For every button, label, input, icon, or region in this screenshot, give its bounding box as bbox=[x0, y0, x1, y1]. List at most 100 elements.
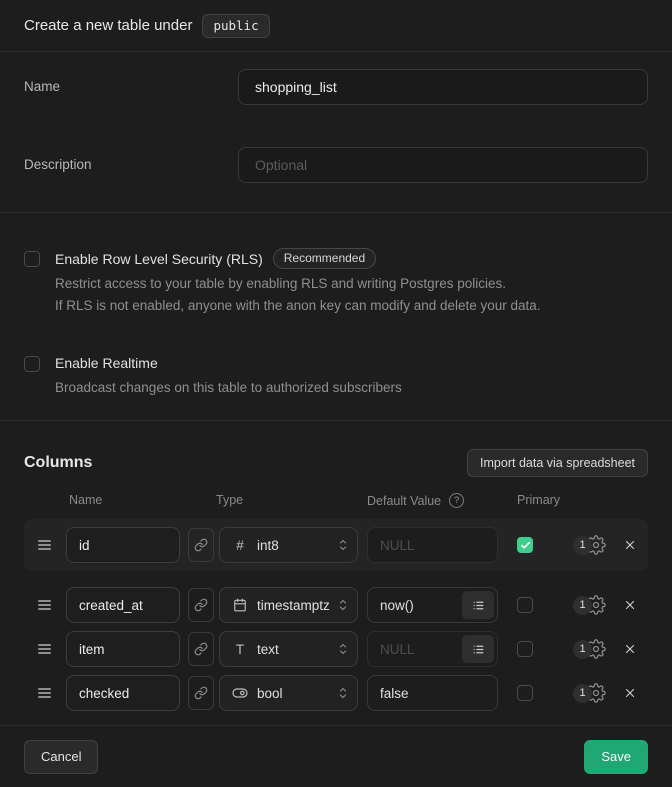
cancel-button[interactable]: Cancel bbox=[24, 740, 98, 774]
realtime-title-row: Enable Realtime bbox=[55, 353, 402, 373]
rls-toggle-block: Enable Row Level Security (RLS) Recommen… bbox=[24, 248, 648, 316]
rls-description: Restrict access to your table by enablin… bbox=[55, 273, 541, 316]
column-settings-button[interactable]: 1 bbox=[573, 683, 606, 703]
column-type-select[interactable]: T text bbox=[219, 631, 358, 667]
settings-count-badge: 1 bbox=[573, 596, 592, 615]
columns-head: Columns Import data via spreadsheet bbox=[24, 445, 648, 481]
toggle-icon bbox=[231, 687, 249, 699]
remove-column-button[interactable] bbox=[621, 596, 639, 614]
create-table-dialog: Create a new table under public Name Des… bbox=[0, 0, 672, 787]
default-value-wrap bbox=[367, 675, 498, 711]
foreign-key-link-icon[interactable] bbox=[188, 632, 214, 666]
check-icon bbox=[520, 540, 531, 551]
close-icon bbox=[623, 686, 637, 700]
hash-icon: # bbox=[231, 538, 249, 553]
default-value-input[interactable] bbox=[367, 527, 498, 563]
settings-count-badge: 1 bbox=[573, 684, 592, 703]
realtime-toggle-block: Enable Realtime Broadcast changes on thi… bbox=[24, 353, 648, 399]
column-type-value: int8 bbox=[257, 538, 337, 553]
primary-checkbox[interactable] bbox=[517, 641, 533, 657]
table-info-section: Name Description bbox=[0, 52, 672, 213]
close-icon bbox=[623, 642, 637, 656]
recommended-badge: Recommended bbox=[273, 248, 376, 269]
primary-column-panel: # int8 1 bbox=[24, 519, 648, 571]
list-icon bbox=[472, 599, 485, 612]
column-row-checked: bool 1 bbox=[24, 675, 648, 711]
drag-handle-icon[interactable] bbox=[38, 540, 51, 550]
column-name-input[interactable] bbox=[66, 527, 180, 563]
rls-description-line2: If RLS is not enabled, anyone with the a… bbox=[55, 295, 541, 317]
settings-count-badge: 1 bbox=[573, 640, 592, 659]
rls-checkbox[interactable] bbox=[24, 251, 40, 267]
column-row-id: # int8 1 bbox=[24, 527, 648, 563]
description-form-row: Description bbox=[24, 147, 648, 183]
settings-count-badge: 1 bbox=[573, 536, 592, 555]
columns-header-row: Name Type Default Value ? Primary bbox=[24, 493, 648, 509]
column-name-input[interactable] bbox=[66, 675, 180, 711]
drag-handle-icon[interactable] bbox=[38, 688, 51, 698]
column-type-select[interactable]: timestamptz bbox=[219, 587, 358, 623]
import-spreadsheet-button[interactable]: Import data via spreadsheet bbox=[467, 449, 648, 477]
column-header-type: Type bbox=[216, 493, 243, 507]
default-value-wrap bbox=[367, 587, 498, 623]
table-name-input[interactable] bbox=[238, 69, 648, 105]
description-label: Description bbox=[24, 147, 238, 183]
column-type-select[interactable]: # int8 bbox=[219, 527, 358, 563]
chevron-updown-icon bbox=[337, 641, 349, 657]
chevron-updown-icon bbox=[337, 537, 349, 553]
column-name-input[interactable] bbox=[66, 587, 180, 623]
column-header-primary: Primary bbox=[517, 493, 560, 507]
column-type-value: text bbox=[257, 642, 337, 657]
column-header-default-label: Default Value bbox=[367, 494, 441, 508]
primary-checkbox[interactable] bbox=[517, 537, 533, 553]
column-settings-button[interactable]: 1 bbox=[573, 639, 606, 659]
default-suggestions-button[interactable] bbox=[462, 635, 494, 663]
realtime-description: Broadcast changes on this table to autho… bbox=[55, 377, 402, 399]
column-header-name: Name bbox=[69, 493, 102, 507]
column-name-input[interactable] bbox=[66, 631, 180, 667]
column-row-created-at: timestamptz 1 bbox=[24, 587, 648, 623]
column-settings-button[interactable]: 1 bbox=[573, 595, 606, 615]
dialog-footer: Cancel Save bbox=[0, 726, 672, 787]
foreign-key-link-icon[interactable] bbox=[188, 676, 214, 710]
drag-handle-icon[interactable] bbox=[38, 600, 51, 610]
columns-section: Columns Import data via spreadsheet Name… bbox=[0, 421, 672, 726]
primary-checkbox[interactable] bbox=[517, 685, 533, 701]
realtime-content: Enable Realtime Broadcast changes on thi… bbox=[55, 353, 402, 399]
foreign-key-link-icon[interactable] bbox=[188, 588, 214, 622]
default-value-input[interactable] bbox=[367, 675, 498, 711]
foreign-key-link-icon[interactable] bbox=[188, 528, 214, 562]
schema-badge: public bbox=[202, 14, 269, 38]
chevron-updown-icon bbox=[337, 597, 349, 613]
name-label: Name bbox=[24, 69, 238, 105]
remove-column-button[interactable] bbox=[621, 640, 639, 658]
text-icon: T bbox=[231, 642, 249, 657]
default-suggestions-button[interactable] bbox=[462, 591, 494, 619]
primary-checkbox[interactable] bbox=[517, 597, 533, 613]
rls-label: Enable Row Level Security (RLS) bbox=[55, 249, 263, 269]
close-icon bbox=[623, 598, 637, 612]
chevron-updown-icon bbox=[337, 685, 349, 701]
column-settings-button[interactable]: 1 bbox=[573, 535, 606, 555]
rls-content: Enable Row Level Security (RLS) Recommen… bbox=[55, 248, 541, 316]
calendar-icon bbox=[231, 598, 249, 612]
default-value-wrap bbox=[367, 631, 498, 667]
table-options-section: Enable Row Level Security (RLS) Recommen… bbox=[0, 213, 672, 421]
column-type-value: timestamptz bbox=[257, 598, 337, 613]
save-button[interactable]: Save bbox=[584, 740, 648, 774]
columns-title: Columns bbox=[24, 454, 92, 472]
rls-title-row: Enable Row Level Security (RLS) Recommen… bbox=[55, 248, 541, 269]
remove-column-button[interactable] bbox=[621, 536, 639, 554]
rls-description-line1: Restrict access to your table by enablin… bbox=[55, 273, 541, 295]
realtime-checkbox[interactable] bbox=[24, 356, 40, 372]
help-icon[interactable]: ? bbox=[449, 493, 464, 508]
table-description-input[interactable] bbox=[238, 147, 648, 183]
name-form-row: Name bbox=[24, 69, 648, 105]
dialog-header: Create a new table under public bbox=[0, 0, 672, 52]
column-type-select[interactable]: bool bbox=[219, 675, 358, 711]
remove-column-button[interactable] bbox=[621, 684, 639, 702]
list-icon bbox=[472, 643, 485, 656]
dialog-title: Create a new table under bbox=[24, 17, 192, 34]
drag-handle-icon[interactable] bbox=[38, 644, 51, 654]
column-header-default: Default Value ? bbox=[367, 493, 464, 508]
